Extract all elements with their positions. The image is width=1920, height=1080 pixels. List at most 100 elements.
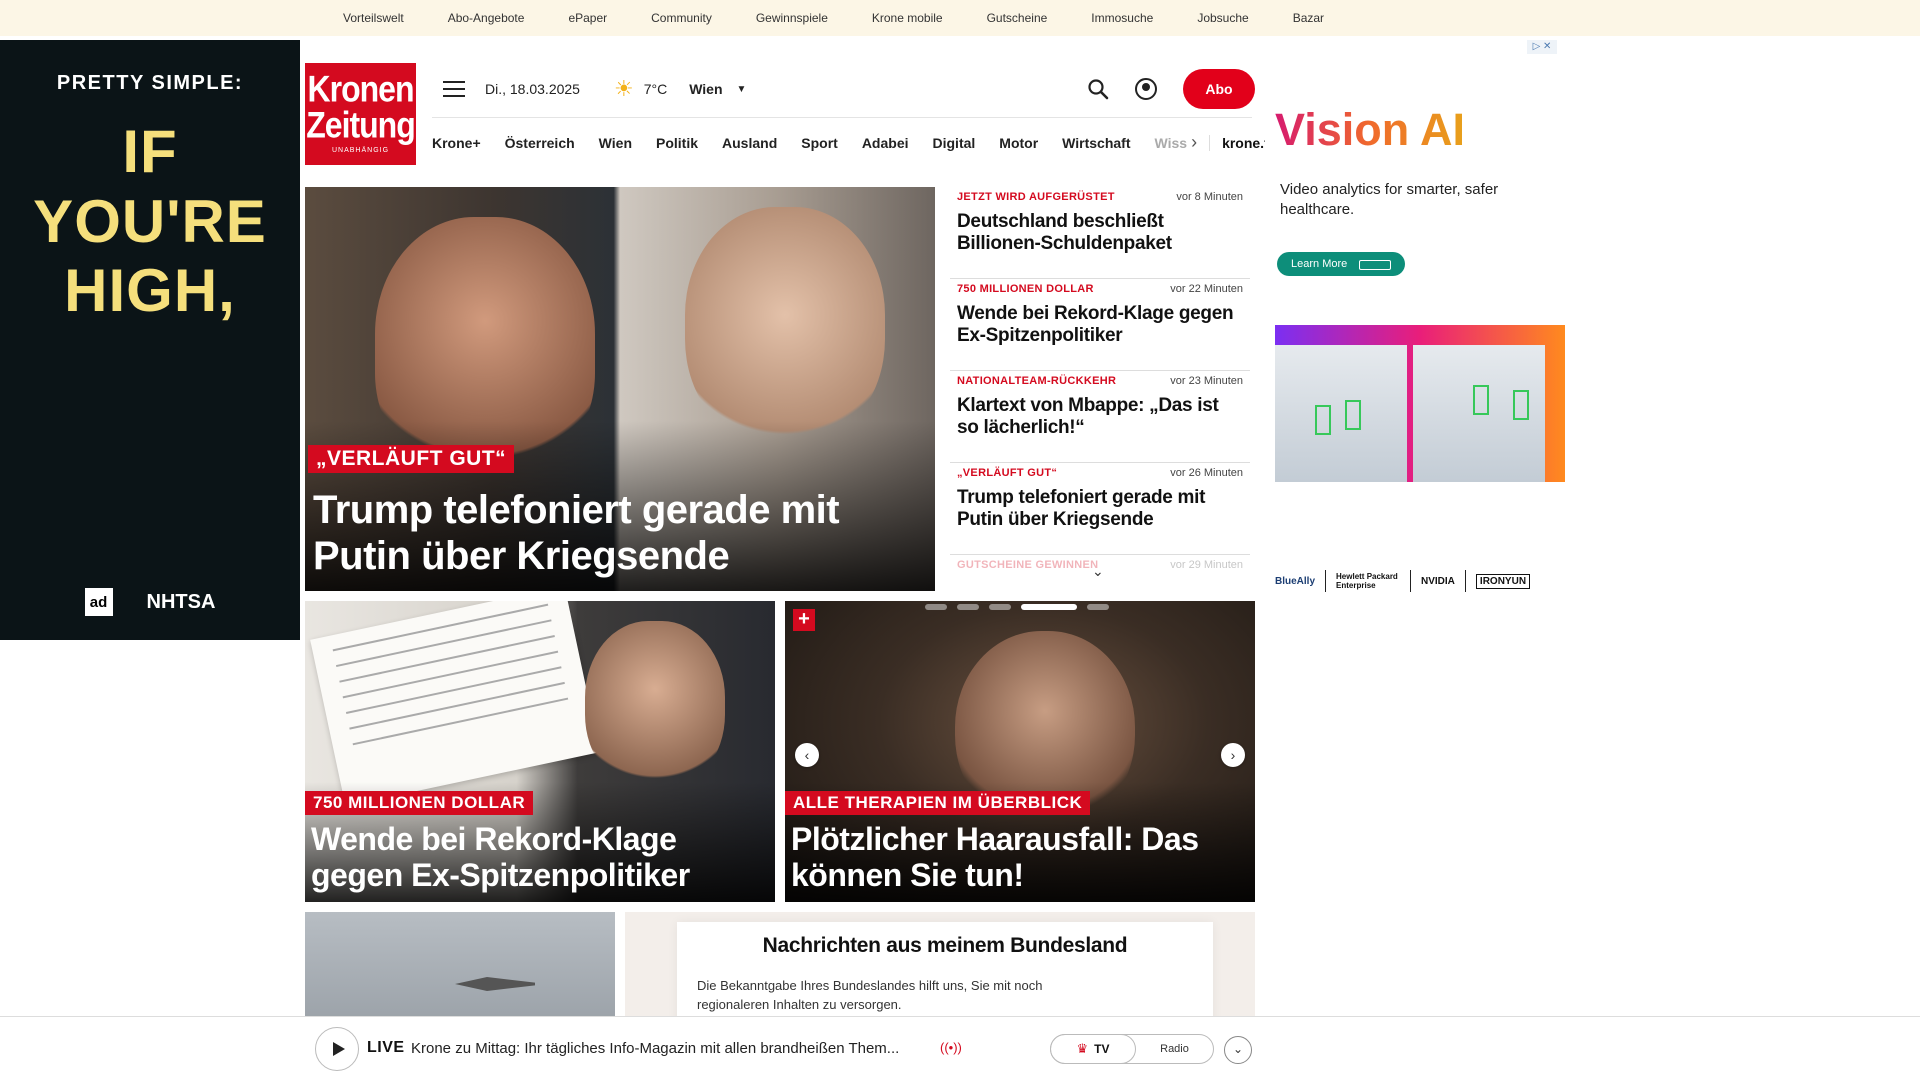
carousel-dot[interactable]: [1087, 604, 1109, 610]
main-navigation: Krone+ Österreich Wien Politik Ausland S…: [432, 117, 1284, 167]
news-kicker: JETZT WIRD AUFGERÜSTET: [957, 191, 1115, 203]
card-kicker: 750 MILLIONEN DOLLAR: [305, 791, 534, 815]
ad-subtitle: Video analytics for smarter, safer healt…: [1280, 181, 1499, 218]
hero-image-person-right: [685, 207, 885, 447]
search-icon[interactable]: [1087, 78, 1109, 100]
news-time: vor 29 Minuten: [1170, 559, 1243, 571]
card-image-person: [585, 621, 725, 791]
live-program-title[interactable]: Krone zu Mittag: Ihr tägliches Info-Maga…: [411, 1040, 931, 1057]
live-player-bar: LIVE Krone zu Mittag: Ihr tägliches Info…: [0, 1016, 1920, 1080]
ad-tagline: PRETTY SIMPLE:: [56, 72, 244, 94]
topbar-link[interactable]: Gewinnspiele: [756, 11, 828, 25]
chevron-down-icon[interactable]: ⌄: [1224, 1036, 1252, 1064]
ad-headline-line: IF: [122, 118, 178, 185]
nav-scroll-right-icon[interactable]: ›: [1191, 132, 1197, 153]
carousel-dot[interactable]: [925, 604, 947, 610]
ad-headline-line: HIGH,: [64, 257, 236, 325]
topbar-link[interactable]: Community: [651, 11, 712, 25]
kronen-zeitung-logo[interactable]: Kronen Zeitung UNABHÄNGIG: [305, 63, 416, 165]
news-kicker: GUTSCHEINE GEWINNEN: [957, 559, 1099, 571]
hero-title: Trump telefoniert gerade mit Putin über …: [313, 488, 840, 578]
card-title: Plötzlicher Haarausfall: Das können Sie …: [791, 821, 1199, 893]
news-list-item[interactable]: NATIONALTEAM-RÜCKKEHR vor 23 Minuten Klar…: [950, 371, 1250, 463]
nav-item[interactable]: Digital: [933, 135, 976, 151]
news-list-item[interactable]: 750 MILLIONEN DOLLAR vor 22 Minuten Wende…: [950, 279, 1250, 371]
hamburger-menu-icon[interactable]: [443, 81, 465, 97]
ad-hospital-image: [1413, 345, 1545, 482]
nav-item[interactable]: Motor: [999, 135, 1038, 151]
logo-line2: Zeitung: [306, 104, 416, 146]
city-selector[interactable]: Wien: [689, 81, 722, 97]
caret-down-icon[interactable]: ▼: [737, 84, 747, 95]
header-actions: Abo: [1087, 69, 1255, 109]
partner-logo: Hewlett Packard Enterprise: [1336, 572, 1398, 590]
news-kicker: NATIONALTEAM-RÜCKKEHR: [957, 375, 1117, 387]
nhtsa-logo: NHTSA: [146, 590, 216, 613]
radio-toggle-option[interactable]: Radio: [1136, 1043, 1213, 1055]
topbar-link[interactable]: Vorteilswelt: [343, 11, 404, 25]
partner-logo: NVIDIA: [1421, 575, 1455, 587]
hero-kicker: „VERLÄUFT GUT“: [308, 445, 515, 473]
carousel-prev-icon[interactable]: ‹: [795, 743, 819, 767]
nav-item[interactable]: Politik: [656, 135, 698, 151]
play-button[interactable]: [315, 1027, 359, 1071]
header-bar: Di., 18.03.2025 ☀ 7°C Wien ▼ Abo: [435, 69, 1255, 109]
ad-sponsor-logos: ad NHTSA: [0, 588, 300, 616]
article-card[interactable]: 750 MILLIONEN DOLLAR Wende bei Rekord-Kl…: [305, 601, 775, 902]
tv-label: TV: [1094, 1042, 1110, 1056]
nav-item[interactable]: Österreich: [505, 135, 575, 151]
latest-news-list: JETZT WIRD AUFGERÜSTET vor 8 Minuten Deut…: [950, 187, 1250, 575]
right-skyscraper-ad[interactable]: ▷ ✕ Vision AI Video analytics for smarte…: [1265, 40, 1565, 640]
adchoices-close-icon[interactable]: ▷ ✕: [1527, 40, 1557, 54]
carousel-article-card[interactable]: + ‹ › ALLE THERAPIEN IM ÜBERBLICK Plötzl…: [785, 601, 1255, 902]
krone-plus-icon: +: [793, 609, 815, 631]
left-skyscraper-ad[interactable]: PRETTY SIMPLE: IF YOU'RE HIGH, ad NHTSA: [0, 40, 300, 640]
tv-toggle-option[interactable]: ♛ TV: [1050, 1034, 1136, 1064]
carousel-dot[interactable]: [957, 604, 979, 610]
news-headline: Trump telefoniert gerade mit Putin über …: [957, 487, 1206, 530]
topbar-link[interactable]: Bazar: [1293, 11, 1324, 25]
nav-item[interactable]: Wirtschaft: [1062, 135, 1130, 151]
news-time: vor 8 Minuten: [1176, 191, 1243, 203]
nav-item-truncated[interactable]: Wiss: [1155, 135, 1188, 151]
ad-images: [1275, 325, 1565, 482]
news-list-item[interactable]: „VERLÄUFT GUT“ vor 26 Minuten Trump telef…: [950, 463, 1250, 555]
broadcast-icon: ((•)): [940, 1040, 962, 1055]
abo-button[interactable]: Abo: [1183, 69, 1255, 109]
nav-item[interactable]: Ausland: [722, 135, 777, 151]
nav-item[interactable]: Wien: [599, 135, 632, 151]
news-headline: Wende bei Rekord-Klage gegen Ex-Spitzenp…: [957, 303, 1234, 346]
topbar-link[interactable]: Immosuche: [1091, 11, 1153, 25]
ad-council-logo: ad: [84, 588, 113, 616]
carousel-next-icon[interactable]: ›: [1221, 743, 1245, 767]
crown-icon: ♛: [1076, 1041, 1089, 1056]
nav-item[interactable]: Krone+: [432, 135, 481, 151]
nav-item[interactable]: Sport: [801, 135, 838, 151]
nav-item[interactable]: Adabei: [862, 135, 909, 151]
ad-learn-more-button[interactable]: Learn More: [1277, 252, 1405, 276]
topbar-link[interactable]: Gutscheine: [987, 11, 1048, 25]
header-date: Di., 18.03.2025: [485, 81, 580, 97]
carousel-dot-active[interactable]: [1021, 604, 1077, 610]
topbar-link[interactable]: Jobsuche: [1197, 11, 1248, 25]
hero-article[interactable]: „VERLÄUFT GUT“ Trump telefoniert gerade …: [305, 187, 935, 591]
carousel-indicators: [925, 604, 1109, 610]
logo-subtitle: UNABHÄNGIG: [331, 147, 390, 154]
news-headline: Deutschland beschließt Billionen-Schulde…: [957, 211, 1172, 254]
sun-icon: ☀: [613, 76, 634, 101]
news-time: vor 23 Minuten: [1170, 375, 1243, 387]
ad-headline: IF YOU'RE HIGH,: [0, 117, 300, 326]
news-kicker: 750 MILLIONEN DOLLAR: [957, 283, 1094, 295]
carousel-dot[interactable]: [989, 604, 1011, 610]
live-label: LIVE: [367, 1039, 405, 1056]
topbar-link[interactable]: Abo-Angebote: [448, 11, 525, 25]
partner-logo: IRONYUN: [1475, 573, 1531, 589]
chevron-down-icon[interactable]: ⌄: [1092, 563, 1104, 580]
tv-radio-toggle: ♛ TV Radio: [1050, 1034, 1214, 1064]
topbar-link[interactable]: ePaper: [568, 11, 607, 25]
user-account-icon[interactable]: [1135, 78, 1157, 100]
news-list-item[interactable]: JETZT WIRD AUFGERÜSTET vor 8 Minuten Deut…: [950, 187, 1250, 279]
weather-temperature: 7°C: [643, 81, 668, 97]
topbar-link[interactable]: Krone mobile: [872, 11, 943, 25]
card-title: Wende bei Rekord-Klage gegen Ex-Spitzenp…: [311, 821, 690, 893]
